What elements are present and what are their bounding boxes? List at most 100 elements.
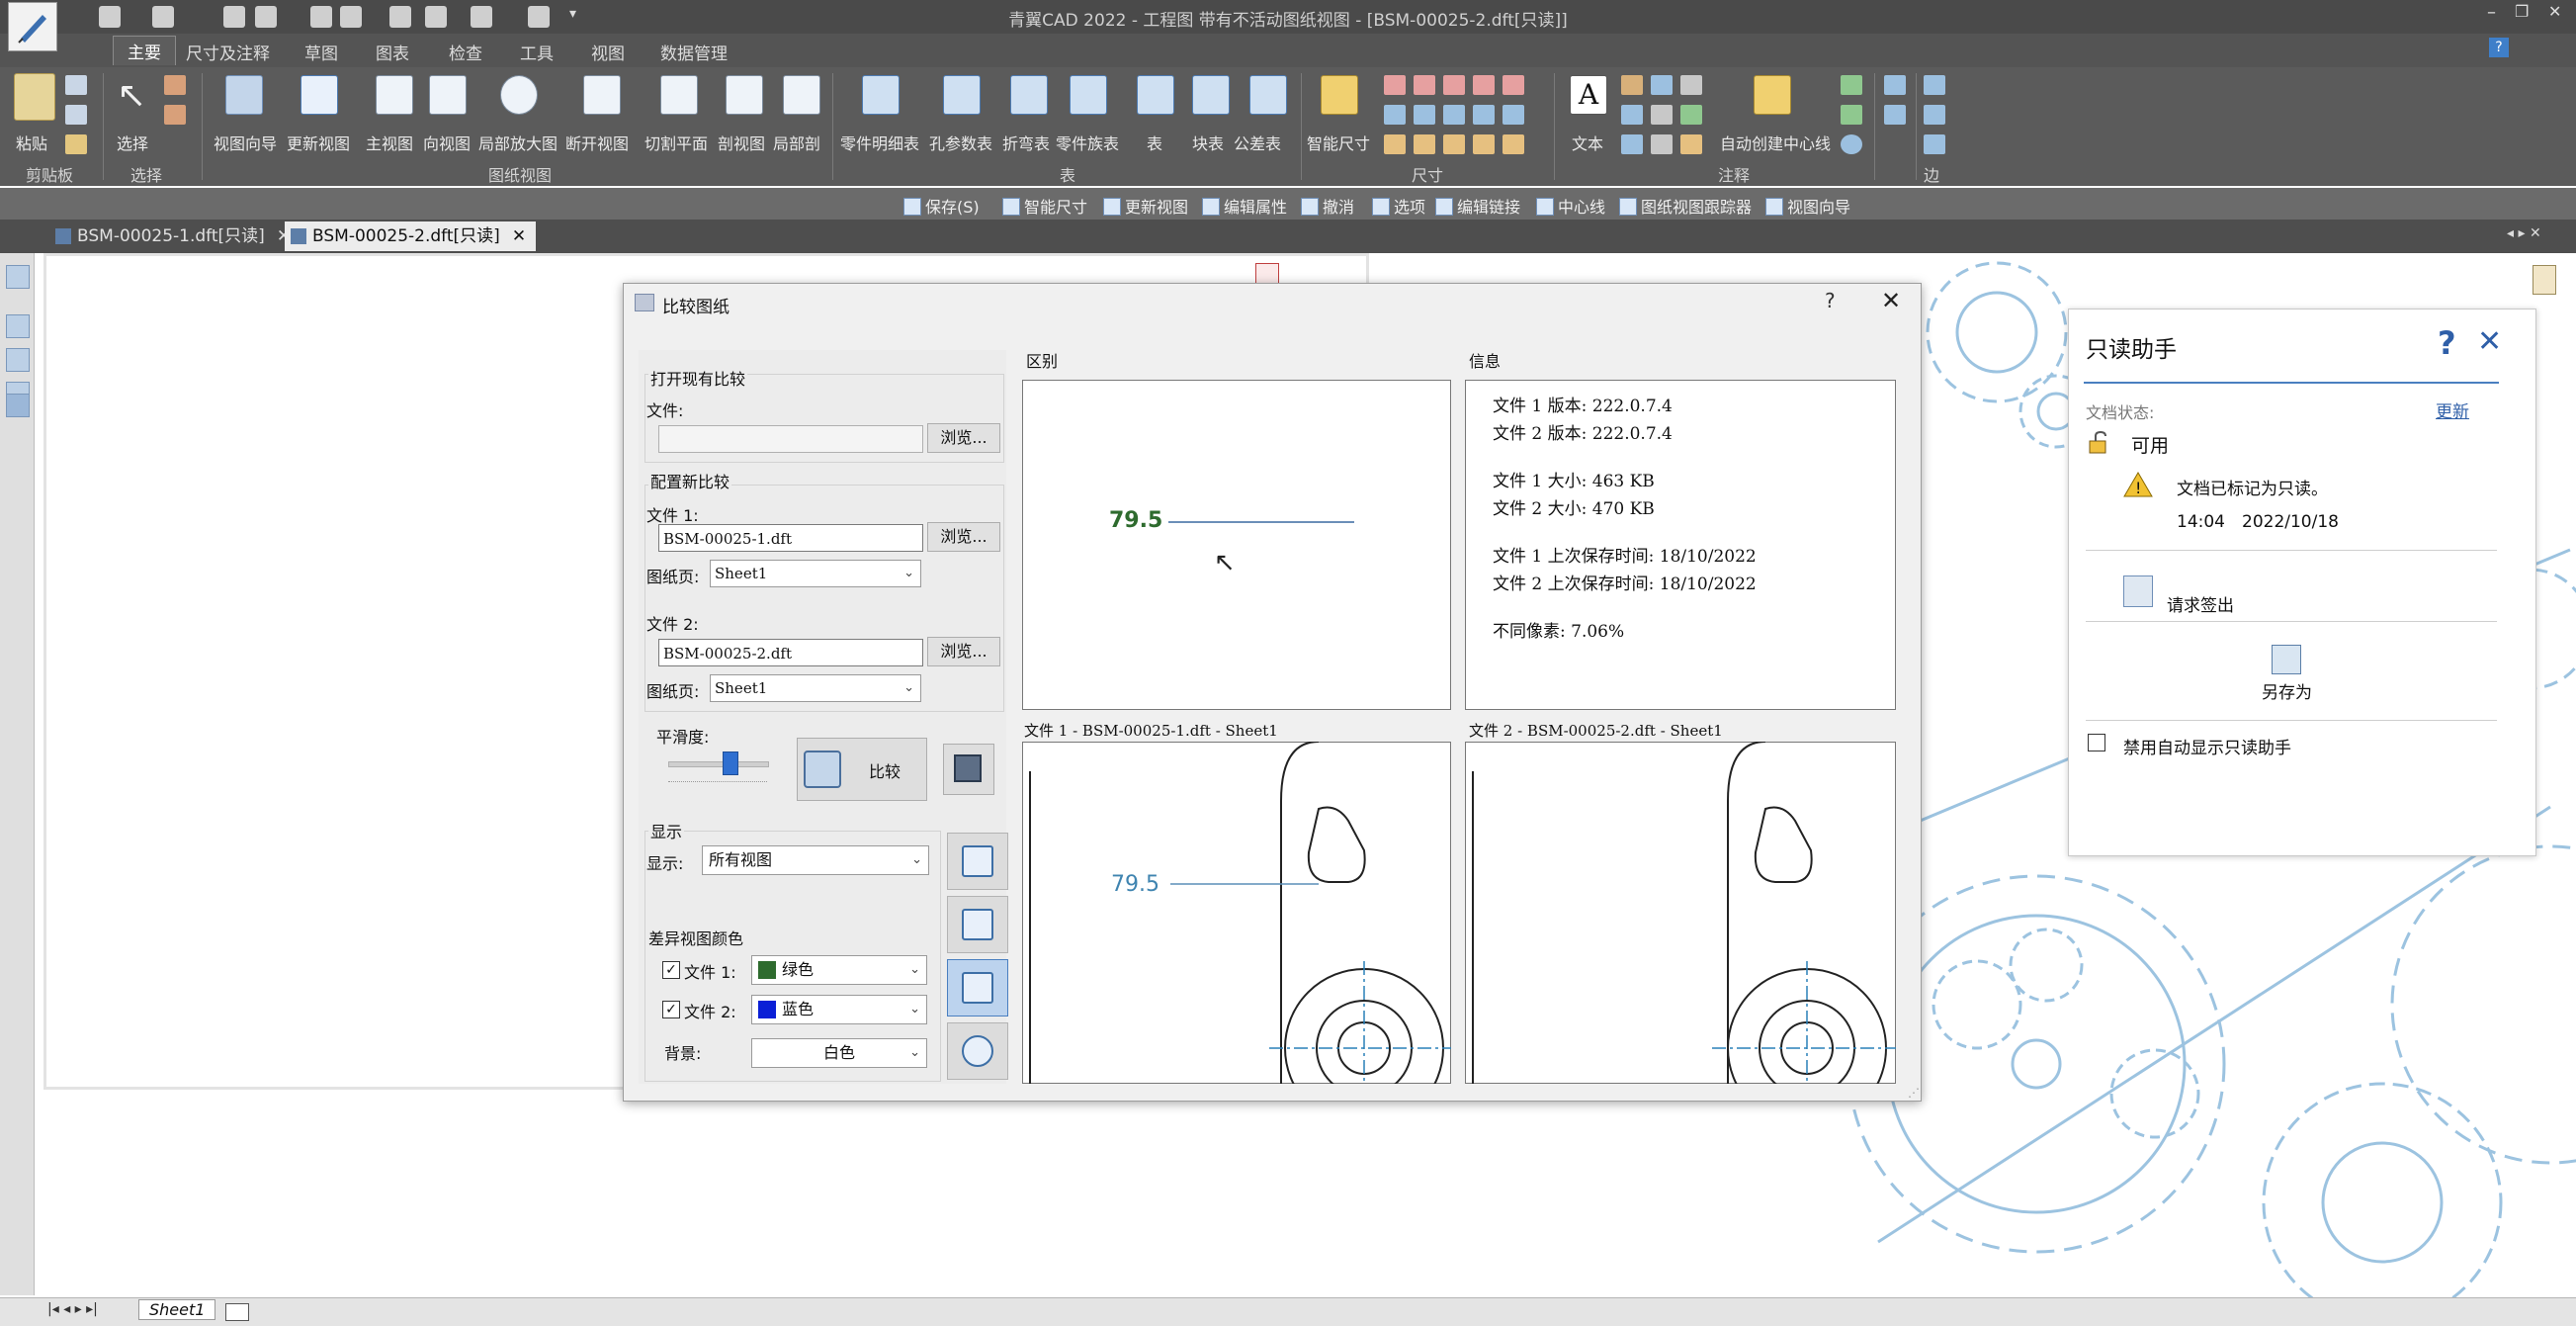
browse-existing-button[interactable]: 浏览... xyxy=(927,423,1000,453)
cmd-edit-links[interactable]: 编辑链接 xyxy=(1435,194,1520,218)
browse-file1-button[interactable]: 浏览... xyxy=(927,522,1000,552)
section-view-icon[interactable] xyxy=(726,75,763,115)
zoom-area-button[interactable] xyxy=(947,833,1008,890)
fit-view-button[interactable] xyxy=(947,896,1008,953)
smoothness-slider-track[interactable] xyxy=(668,761,769,767)
dimension-tool-icon[interactable] xyxy=(1473,105,1495,125)
file1-color-select[interactable]: 绿色 ⌄ xyxy=(751,955,927,985)
family-table-icon[interactable] xyxy=(1070,75,1107,115)
annotation-tool-icon[interactable] xyxy=(1651,75,1673,95)
dimension-tool-icon[interactable] xyxy=(1443,75,1465,95)
library-icon[interactable] xyxy=(6,348,30,372)
smart-dimension-icon[interactable] xyxy=(1321,75,1358,115)
edge-tool-icon[interactable] xyxy=(1924,75,1945,95)
text-button[interactable]: 文本 xyxy=(1572,131,1603,154)
tab-scroll-arrows-icon[interactable]: ◂ ▸ ✕ xyxy=(2507,225,2541,241)
cmd-centerline[interactable]: 中心线 xyxy=(1536,194,1605,218)
annotation-tool-icon[interactable] xyxy=(1884,75,1906,95)
pathfinder-icon[interactable] xyxy=(6,265,30,289)
save-compare-button[interactable] xyxy=(943,744,994,795)
dimension-tool-icon[interactable] xyxy=(1503,105,1524,125)
family-table-button[interactable]: 零件族表 xyxy=(1056,131,1119,154)
broken-view-button[interactable]: 断开视图 xyxy=(565,131,629,154)
tab-tools[interactable]: 工具 xyxy=(520,40,554,64)
block-table-icon[interactable] xyxy=(1192,75,1230,115)
save-as-button[interactable]: 另存为 xyxy=(2262,678,2312,703)
annotation-tool-icon[interactable] xyxy=(1680,75,1702,95)
auxiliary-view-icon[interactable] xyxy=(429,75,467,115)
dimension-tool-icon[interactable] xyxy=(1443,134,1465,154)
add-sheet-icon[interactable] xyxy=(225,1303,249,1321)
file1-input[interactable]: BSM-00025-1.dft xyxy=(658,524,923,552)
dimension-tool-icon[interactable] xyxy=(1384,75,1406,95)
help-panel-icon[interactable] xyxy=(6,394,30,417)
annotation-tool-icon[interactable] xyxy=(1651,134,1673,154)
view-wizard-button[interactable]: 视图向导 xyxy=(214,131,277,154)
file1-color-checkbox[interactable]: ✓ xyxy=(662,961,680,979)
tab-sketch[interactable]: 草图 xyxy=(304,40,338,64)
smoothness-slider-thumb[interactable] xyxy=(723,751,738,775)
annotation-tool-icon[interactable] xyxy=(1621,105,1643,125)
annotation-tool-icon[interactable] xyxy=(1621,75,1643,95)
file2-color-checkbox[interactable]: ✓ xyxy=(662,1001,680,1018)
cmd-view-wizard[interactable]: 视图向导 xyxy=(1765,194,1850,218)
annotation-tool-icon[interactable] xyxy=(1841,75,1862,95)
app-logo[interactable] xyxy=(8,2,57,51)
copy-icon[interactable] xyxy=(65,105,87,125)
request-checkout-button[interactable]: 请求签出 xyxy=(2167,591,2234,616)
doc-tab-1[interactable]: BSM-00025-1.dft[只读] ✕ xyxy=(49,221,301,251)
parts-list-icon[interactable] xyxy=(862,75,900,115)
hole-table-icon[interactable] xyxy=(943,75,981,115)
zoom-button[interactable] xyxy=(947,1022,1008,1080)
auto-centerline-icon[interactable] xyxy=(1754,75,1791,115)
file2-color-select[interactable]: 蓝色 ⌄ xyxy=(751,995,927,1024)
annotation-tool-icon[interactable] xyxy=(1651,105,1673,125)
restore-button[interactable]: ❐ xyxy=(2515,2,2529,21)
tab-data-management[interactable]: 数据管理 xyxy=(660,40,728,64)
dimension-tool-icon[interactable] xyxy=(1473,134,1495,154)
sheet-tab[interactable]: Sheet1 xyxy=(138,1299,216,1320)
tab-inspect[interactable]: 检查 xyxy=(449,40,482,64)
cmd-update-view[interactable]: 更新视图 xyxy=(1103,194,1188,218)
layers-icon[interactable] xyxy=(6,314,30,338)
hole-table-button[interactable]: 孔参数表 xyxy=(929,131,992,154)
dimension-tool-icon[interactable] xyxy=(1473,75,1495,95)
help-icon[interactable]: ? xyxy=(2489,38,2509,57)
table-button[interactable]: 表 xyxy=(1147,131,1162,154)
annotation-tool-icon[interactable] xyxy=(1621,134,1643,154)
compare-button[interactable]: 比较 xyxy=(797,738,927,801)
bend-table-icon[interactable] xyxy=(1010,75,1048,115)
tab-view[interactable]: 视图 xyxy=(591,40,625,64)
cmd-save[interactable]: 保存(S) xyxy=(903,194,980,218)
edit-note-icon[interactable] xyxy=(2533,265,2556,295)
detail-view-icon[interactable] xyxy=(500,75,538,115)
text-icon[interactable]: A xyxy=(1570,75,1607,115)
sheet-nav-arrows-icon[interactable]: |◂ ◂ ▸ ▸| xyxy=(47,1301,98,1317)
section-view-button[interactable]: 剖视图 xyxy=(718,131,765,154)
annotation-tool-icon[interactable] xyxy=(1680,105,1702,125)
smart-dimension-button[interactable]: 智能尺寸 xyxy=(1307,131,1370,154)
cut-icon[interactable] xyxy=(65,75,87,95)
cmd-options[interactable]: 选项 xyxy=(1372,194,1425,218)
auxiliary-view-button[interactable]: 向视图 xyxy=(423,131,471,154)
cmd-view-tracker[interactable]: 图纸视图跟踪器 xyxy=(1619,194,1752,218)
dimension-tool-icon[interactable] xyxy=(1384,134,1406,154)
bend-table-button[interactable]: 折弯表 xyxy=(1002,131,1050,154)
update-view-button[interactable]: 更新视图 xyxy=(287,131,350,154)
cutting-plane-button[interactable]: 切割平面 xyxy=(644,131,708,154)
edge-tool-icon[interactable] xyxy=(1924,134,1945,154)
annotation-tool-icon[interactable] xyxy=(1884,105,1906,125)
update-view-icon[interactable] xyxy=(301,75,338,115)
pan-button[interactable] xyxy=(947,959,1008,1017)
tolerance-table-icon[interactable] xyxy=(1249,75,1287,115)
table-icon[interactable] xyxy=(1137,75,1174,115)
cmd-smart-dimension[interactable]: 智能尺寸 xyxy=(1002,194,1087,218)
disable-auto-checkbox[interactable] xyxy=(2088,734,2105,751)
background-select[interactable]: 白色 ⌄ xyxy=(751,1038,927,1068)
paste-icon[interactable] xyxy=(14,73,55,121)
dimension-tool-icon[interactable] xyxy=(1443,105,1465,125)
dimension-tool-icon[interactable] xyxy=(1503,75,1524,95)
principal-view-icon[interactable] xyxy=(376,75,413,115)
sheet2-select[interactable]: Sheet1 ⌄ xyxy=(710,674,921,702)
auto-centerline-button[interactable]: 自动创建中心线 xyxy=(1720,131,1831,154)
